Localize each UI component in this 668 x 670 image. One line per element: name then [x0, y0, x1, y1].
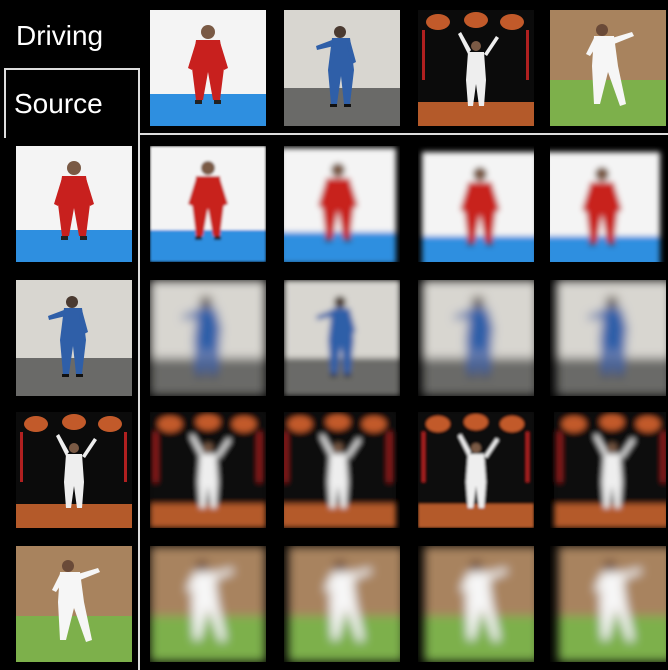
driving-frame-2 — [284, 10, 400, 126]
generated-frame-r3-c2 — [284, 412, 400, 528]
generated-frame-r3-c1 — [150, 412, 266, 528]
driving-frame-1 — [150, 10, 266, 126]
generated-frame-r4-c2 — [284, 546, 400, 662]
source-frame-3 — [16, 412, 132, 528]
source-box-right-line — [138, 68, 140, 670]
generated-frame-r3-c3 — [418, 412, 534, 528]
generated-frame-r4-c1 — [150, 546, 266, 662]
generated-frame-r2-c2 — [284, 280, 400, 396]
generated-frame-r4-c4 — [550, 546, 666, 662]
source-box-top-line — [4, 68, 140, 70]
generated-frame-r2-c3 — [418, 280, 534, 396]
source-frame-4 — [16, 546, 132, 662]
generated-frame-r1-c3 — [418, 146, 534, 262]
generated-frame-r1-c2 — [284, 146, 400, 262]
generated-frame-r1-c1 — [150, 146, 266, 262]
generated-frame-r3-c4 — [550, 412, 666, 528]
source-box-left-line — [4, 68, 6, 138]
generated-frame-r4-c3 — [418, 546, 534, 662]
generated-frame-r2-c4 — [550, 280, 666, 396]
driving-frame-4 — [550, 10, 666, 126]
driving-label: Driving — [16, 20, 104, 51]
driving-frame-3 — [418, 10, 534, 126]
source-frame-1 — [16, 146, 132, 262]
grid-separator-line — [140, 133, 668, 135]
source-label: Source — [14, 88, 103, 119]
generated-frame-r1-c4 — [550, 146, 666, 262]
source-frame-2 — [16, 280, 132, 396]
generated-frame-r2-c1 — [150, 280, 266, 396]
